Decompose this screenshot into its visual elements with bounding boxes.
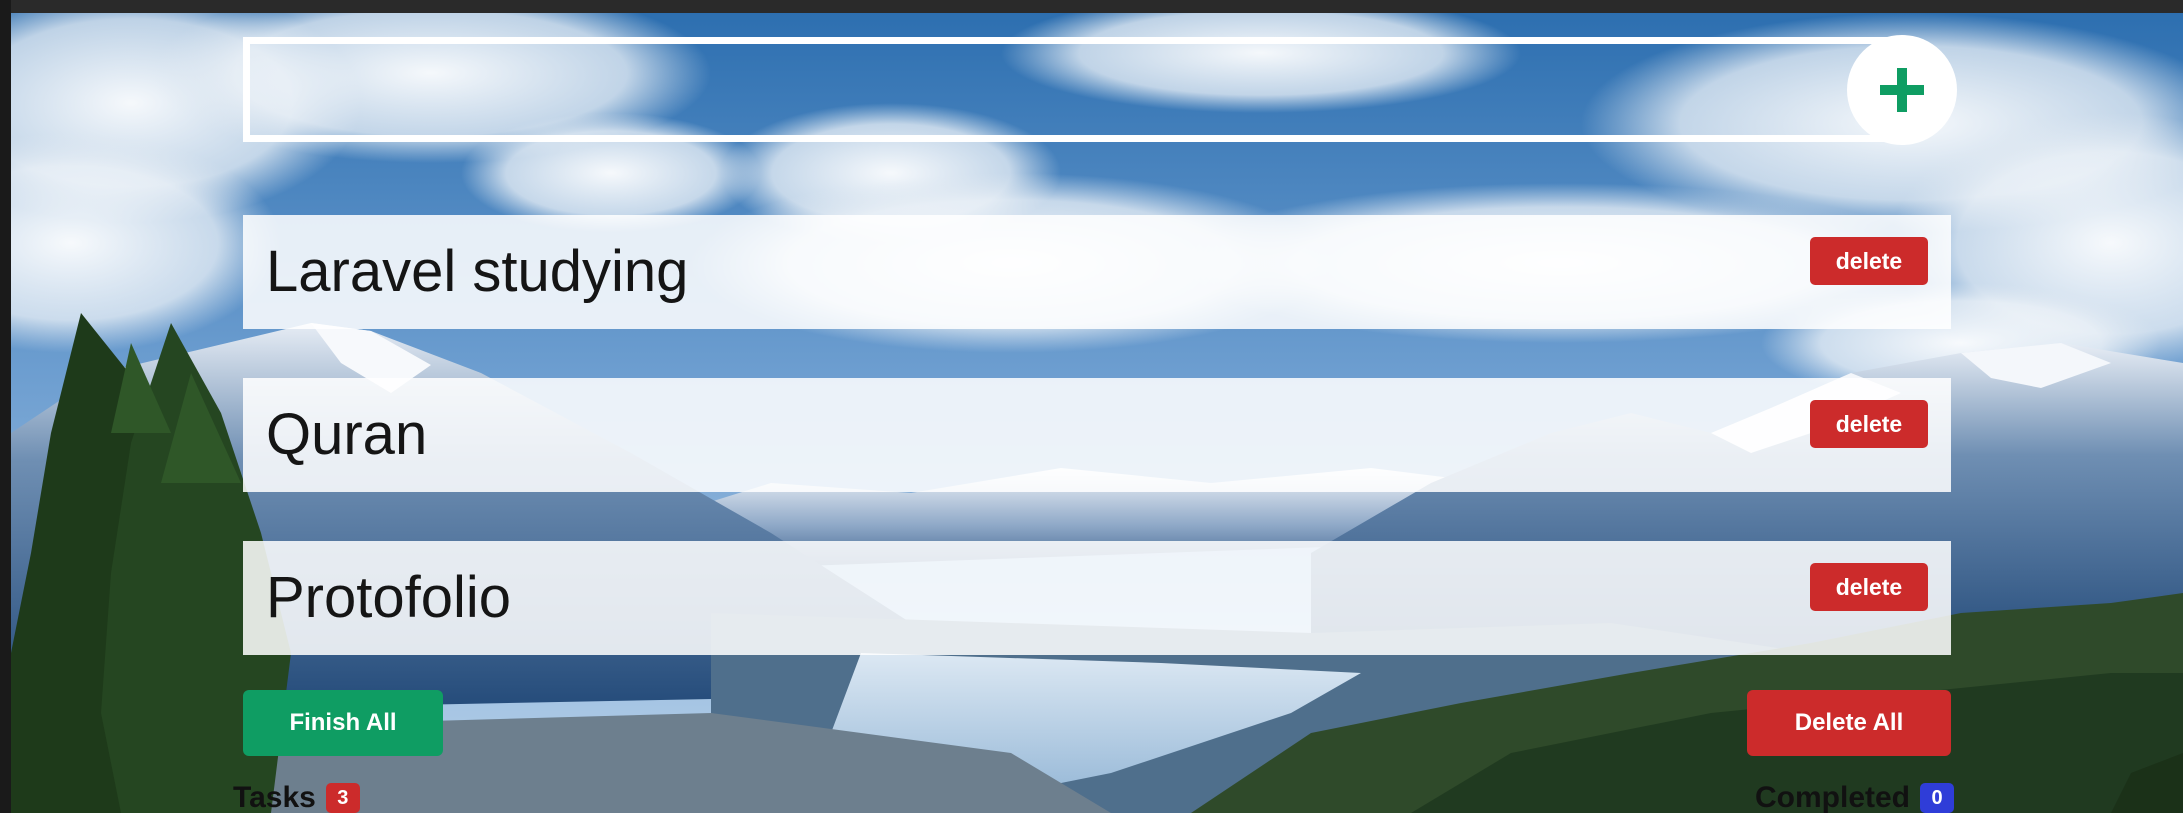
delete-all-button[interactable]: Delete All	[1747, 690, 1951, 756]
delete-task-button[interactable]: delete	[1810, 400, 1928, 448]
plus-icon	[1880, 68, 1924, 112]
task-text: Protofolio	[266, 565, 512, 630]
finish-all-button[interactable]: Finish All	[243, 690, 443, 756]
tasks-counter-label: Tasks	[233, 781, 316, 813]
new-task-box	[243, 37, 1917, 142]
completed-counter-label: Completed	[1755, 781, 1911, 813]
delete-task-button[interactable]: delete	[1810, 563, 1928, 611]
add-task-button[interactable]	[1847, 35, 1957, 145]
window-top-bar	[0, 0, 2183, 13]
tasks-counter: Tasks 3	[233, 778, 360, 813]
app-window: Laravel studying delete Quran delete Pro…	[0, 0, 2183, 813]
completed-count-badge: 0	[1920, 783, 1955, 813]
tasks-count-badge: 3	[325, 783, 360, 813]
task-item: Quran delete	[243, 378, 1951, 492]
delete-task-button[interactable]: delete	[1810, 237, 1928, 285]
completed-counter: Completed 0	[1755, 778, 1955, 813]
new-task-input[interactable]	[250, 44, 1910, 135]
task-item: Protofolio delete	[243, 541, 1951, 655]
task-text: Quran	[266, 402, 428, 467]
window-left-edge	[0, 0, 11, 813]
task-text: Laravel studying	[266, 239, 689, 304]
task-item: Laravel studying delete	[243, 215, 1951, 329]
